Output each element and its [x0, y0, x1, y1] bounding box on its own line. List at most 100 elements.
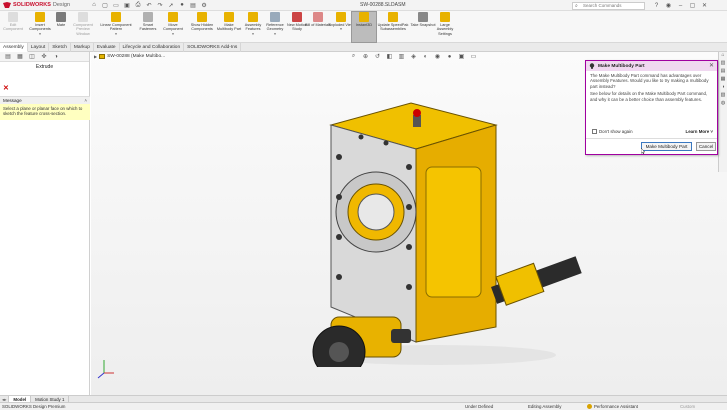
instant3d-icon: [359, 12, 369, 22]
gearbox-assembly-model[interactable]: [291, 97, 591, 367]
save-icon[interactable]: ▣: [123, 2, 131, 9]
shaft-bore: [357, 193, 395, 231]
dont-show-again-label: Don't show again: [599, 129, 633, 134]
insert-components-button[interactable]: Insert Components ▾: [27, 12, 53, 36]
reference-geometry-icon: [270, 12, 280, 22]
tab-evaluate[interactable]: Evaluate: [94, 43, 120, 52]
checkbox-icon[interactable]: [592, 129, 597, 134]
tab-assembly[interactable]: Assembly: [0, 43, 28, 52]
property-manager: ▤ ▦ ◫ ✜ ◑ Extrude ✕ Message ˄ Select a p…: [0, 52, 90, 395]
popup-close-icon[interactable]: ✕: [709, 62, 714, 69]
view-palette-icon[interactable]: ▦: [719, 76, 727, 84]
dropdown-arrow-icon[interactable]: ▾: [262, 32, 288, 36]
restore-icon[interactable]: ▢: [688, 1, 697, 10]
performance-assistant[interactable]: Performance Assistant: [587, 404, 638, 409]
section-view-icon[interactable]: ◧: [385, 52, 394, 61]
app-logo[interactable]: SOLIDWORKS Design: [3, 1, 70, 9]
tab-lifecycle[interactable]: Lifecycle and Collaboration: [120, 43, 185, 52]
exploded-view-icon: [336, 12, 346, 22]
home-icon[interactable]: ⌂: [90, 2, 98, 9]
move-component-icon: [168, 12, 178, 22]
large-assembly-settings-button[interactable]: Large Assembly Settings: [433, 12, 457, 36]
quick-access-toolbar: ⌂ ▢ ▭ ▣ ⎙ ↶ ↷ ➚ ● ▤ ⚙: [90, 2, 208, 9]
configuration-manager-icon[interactable]: ◫: [28, 53, 36, 60]
units-selector[interactable]: Custom: [680, 404, 695, 409]
search-icon: ⌕: [575, 2, 578, 9]
show-hidden-components-button[interactable]: Show Hidden Components: [189, 12, 215, 32]
exploded-view-button[interactable]: Exploded View ▾: [328, 12, 354, 32]
message-header[interactable]: Message ˄: [0, 96, 90, 104]
dropdown-arrow-icon[interactable]: ▾: [160, 32, 186, 36]
new-document-icon[interactable]: ▢: [101, 2, 109, 9]
minimize-icon[interactable]: –: [676, 1, 685, 10]
learn-more-link[interactable]: Learn More ˅: [686, 129, 713, 134]
make-multibody-part-button[interactable]: Make Multibody Part: [216, 12, 242, 32]
show-hidden-icon: [197, 12, 207, 22]
tree-root-label: SW-00288 (Make Multibo...: [107, 54, 166, 59]
tab-markup[interactable]: Markup: [71, 43, 94, 52]
display-style-icon[interactable]: ◐: [421, 52, 430, 61]
popup-paragraph-2: See below for details on the Make Multib…: [590, 91, 708, 102]
file-explorer-icon[interactable]: ▤: [719, 68, 727, 76]
resources-icon[interactable]: ⌂: [719, 52, 727, 60]
view-orientation-icon[interactable]: ◈: [409, 52, 418, 61]
user-icon[interactable]: ◉: [664, 1, 673, 10]
view-settings-icon[interactable]: ▭: [469, 52, 478, 61]
options-icon[interactable]: ⚙: [200, 2, 208, 9]
lightbulb-icon: [589, 63, 595, 69]
zoom-area-icon[interactable]: ⊕: [361, 52, 370, 61]
file-properties-icon[interactable]: ▤: [189, 2, 197, 9]
tab-addins[interactable]: SOLIDWORKS Add-Ins: [184, 43, 242, 52]
print-icon[interactable]: ⎙: [134, 2, 142, 9]
property-manager-icon[interactable]: ▦: [16, 53, 24, 60]
dimxpert-icon[interactable]: ✜: [40, 53, 48, 60]
previous-view-icon[interactable]: ↺: [373, 52, 382, 61]
tab-layout[interactable]: Layout: [28, 43, 50, 52]
hide-show-items-icon[interactable]: ◉: [433, 52, 442, 61]
help-icon[interactable]: ?: [652, 1, 661, 10]
custom-properties-icon[interactable]: ▧: [719, 92, 727, 100]
update-speedpak-button[interactable]: Update SpeedPak Subassemblies: [377, 12, 409, 32]
status-mode: Editing Assembly: [528, 404, 562, 409]
design-library-icon[interactable]: ▥: [719, 60, 727, 68]
display-manager-icon[interactable]: ◑: [52, 53, 60, 60]
dropdown-arrow-icon[interactable]: ▾: [98, 32, 134, 36]
linear-component-pattern-button[interactable]: Linear Component Pattern ▾: [98, 12, 134, 36]
make-multibody-part-button[interactable]: Make Multibody Part: [641, 142, 692, 151]
edit-appearance-icon[interactable]: ●: [445, 52, 454, 61]
feature-manager-icon[interactable]: ▤: [4, 53, 12, 60]
flyout-tree-root[interactable]: ▶ SW-00288 (Make Multibo...: [94, 54, 165, 59]
zoom-to-fit-icon[interactable]: ⌕: [349, 52, 358, 61]
tab-sketch[interactable]: Sketch: [49, 43, 71, 52]
dropdown-arrow-icon[interactable]: ▾: [27, 32, 53, 36]
popup-cancel-button[interactable]: Cancel: [696, 142, 716, 151]
popup-paragraph-1: The Make Multibody Part command has adva…: [590, 73, 709, 89]
command-label: Edit Component: [3, 23, 23, 32]
search-commands-field[interactable]: ⌕ Search Commands: [572, 1, 645, 10]
cancel-feature-icon[interactable]: ✕: [3, 84, 9, 92]
mouse-pointer-icon: [641, 148, 645, 154]
component-preview-window-button[interactable]: Component Preview Window: [70, 12, 96, 36]
select-icon[interactable]: ➚: [167, 2, 175, 9]
edit-component-button[interactable]: Edit Component: [0, 12, 26, 32]
expand-arrow-icon[interactable]: ▶: [94, 54, 97, 59]
mate-button[interactable]: Mate: [51, 12, 71, 27]
instant3d-button[interactable]: Instant3D: [351, 11, 377, 43]
close-icon[interactable]: ✕: [700, 1, 709, 10]
appearances-icon[interactable]: ◑: [719, 84, 727, 92]
linear-pattern-icon: [111, 12, 121, 22]
make-multibody-icon: [224, 12, 234, 22]
undo-icon[interactable]: ↶: [145, 2, 153, 9]
command-label: New Motion Study: [286, 23, 308, 32]
dropdown-arrow-icon[interactable]: ▾: [328, 27, 354, 31]
smart-fasteners-button[interactable]: Smart Fasteners: [135, 12, 161, 32]
dont-show-again-checkbox[interactable]: Don't show again: [592, 129, 633, 134]
solidworks-forum-icon[interactable]: ◍: [719, 100, 727, 108]
redo-icon[interactable]: ↷: [156, 2, 164, 9]
move-component-button[interactable]: Move Component ▾: [160, 12, 186, 36]
apply-scene-icon[interactable]: ▣: [457, 52, 466, 61]
motion-study-icon: [292, 12, 302, 22]
open-folder-icon[interactable]: ▭: [112, 2, 120, 9]
dynamic-annotation-icon[interactable]: ▥: [397, 52, 406, 61]
rebuild-icon[interactable]: ●: [178, 2, 186, 9]
